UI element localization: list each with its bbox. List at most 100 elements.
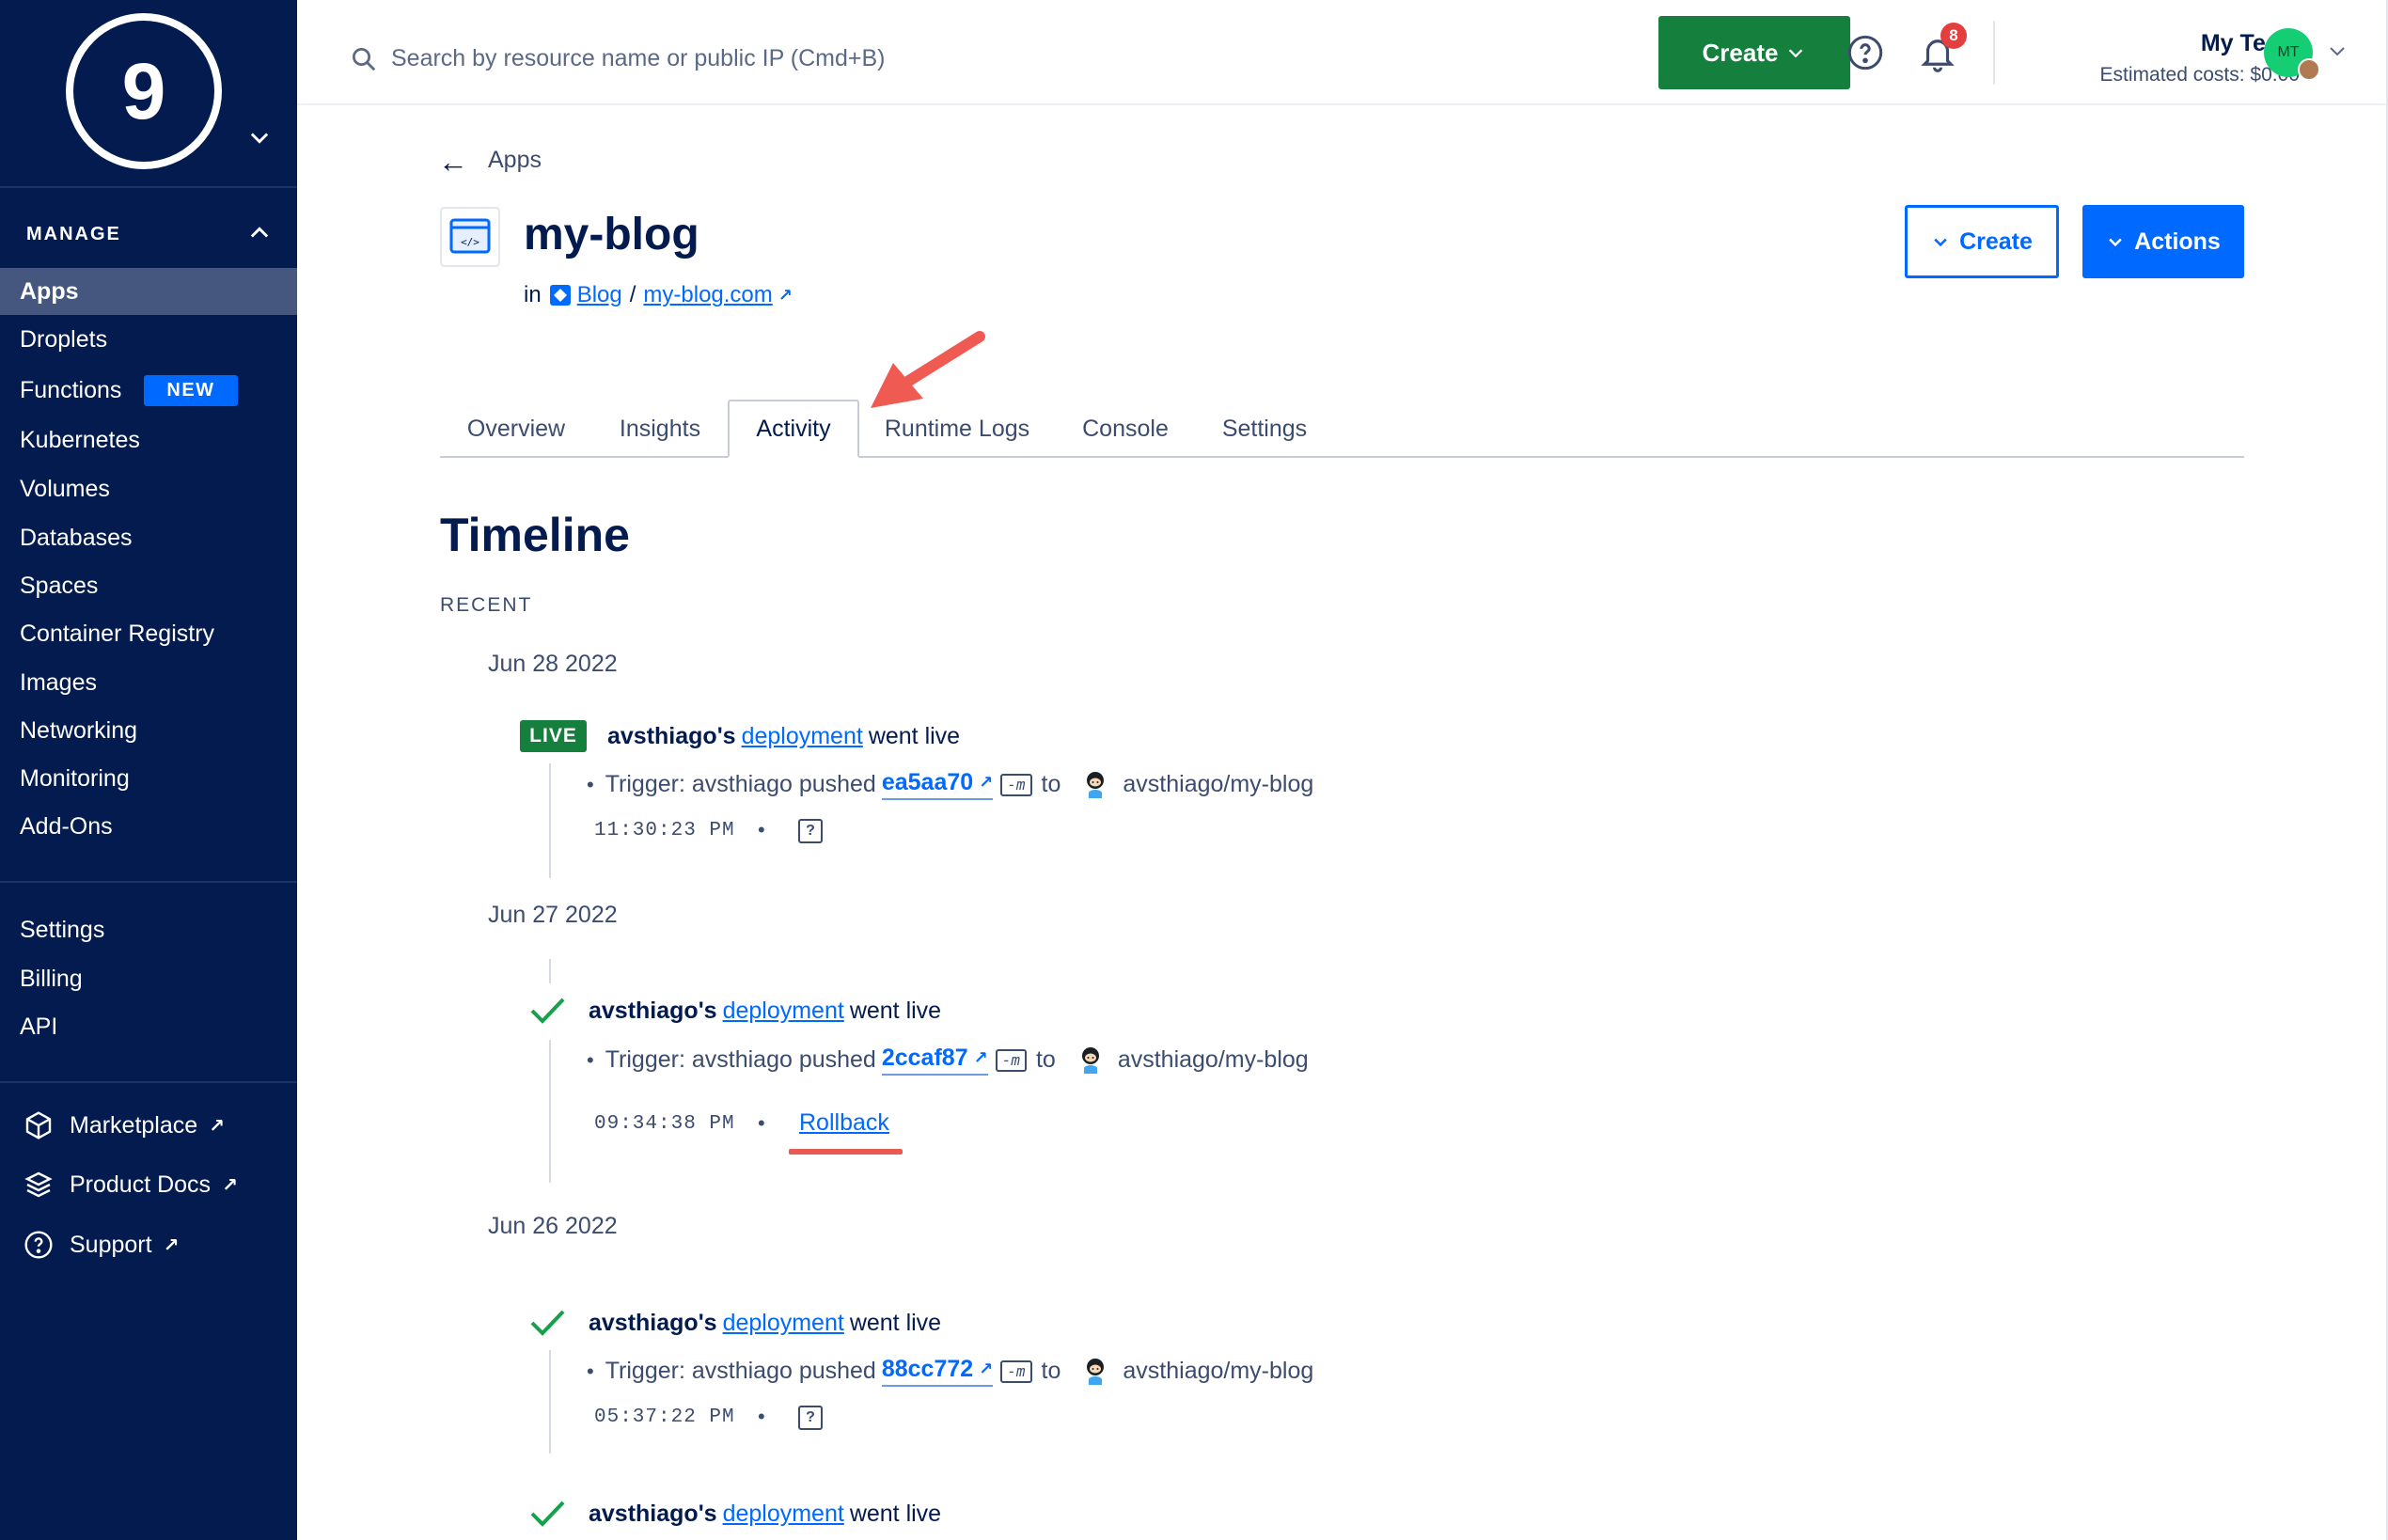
timeline-line [549, 1040, 551, 1183]
domain-link[interactable]: my-blog.com [643, 282, 772, 308]
tab-label: Console [1082, 415, 1169, 442]
tab-console[interactable]: Console [1055, 400, 1196, 458]
search-icon [353, 48, 376, 71]
sidebar-item-apps[interactable]: Apps [0, 268, 297, 315]
deployment-link[interactable]: deployment [723, 1501, 844, 1528]
sidebar-item-spaces[interactable]: Spaces [0, 562, 297, 609]
sidebar-link-product-docs[interactable]: Product Docs ↗ [0, 1161, 297, 1208]
sidebar-item-images[interactable]: Images [0, 659, 297, 706]
actions-label: Actions [2134, 228, 2221, 255]
breadcrumb-apps[interactable]: Apps [488, 147, 542, 174]
create-dropdown-button[interactable]: Create [1658, 16, 1850, 89]
team-name[interactable]: My Team [2018, 30, 2300, 57]
user-avatar-mini [2298, 58, 2320, 81]
sidebar-item-volumes[interactable]: Volumes [0, 465, 297, 512]
sidebar-item-droplets[interactable]: Droplets [0, 316, 297, 363]
cube-icon [23, 1109, 55, 1141]
check-icon [530, 998, 565, 1024]
app-location: in Blog / my-blog.com ↗ [524, 282, 793, 308]
sidebar-item-label: Databases [20, 524, 133, 551]
tab-activity[interactable]: Activity [728, 400, 859, 458]
sidebar-link-marketplace[interactable]: Marketplace ↗ [0, 1102, 297, 1149]
sidebar-item-label: Kubernetes [20, 426, 140, 453]
deployment-link[interactable]: deployment [723, 1310, 844, 1337]
sidebar-section-title: MANAGE [26, 224, 121, 244]
sidebar-link-label: Support [70, 1231, 152, 1258]
commit-link[interactable]: 2ccaf87 ↗ [881, 1045, 988, 1076]
sidebar: 9 MANAGE Apps Droplets Functions NEW Kube… [0, 0, 297, 1540]
actions-button[interactable]: Actions [2082, 205, 2244, 278]
repo-name[interactable]: avsthiago/my-blog [1123, 1358, 1313, 1385]
event-time: 05:37:22 PM [594, 1406, 735, 1428]
sidebar-item-billing[interactable]: Billing [0, 955, 297, 1002]
deployment-link[interactable]: deployment [723, 998, 844, 1025]
repo-name[interactable]: avsthiago/my-blog [1118, 1046, 1309, 1074]
chevron-up-icon[interactable] [246, 220, 273, 246]
sidebar-item-api[interactable]: API [0, 1003, 297, 1050]
sidebar-item-container-registry[interactable]: Container Registry [0, 610, 297, 657]
event-suffix: went live [849, 1501, 942, 1527]
commit-message-toggle[interactable]: -m [995, 1048, 1027, 1072]
tab-insights[interactable]: Insights [592, 400, 728, 458]
sidebar-item-monitoring[interactable]: Monitoring [0, 755, 297, 802]
chevron-down-icon [1934, 238, 1947, 247]
top-header: Create 8 My Team Estimated costs: $0.00 … [297, 0, 2388, 105]
timeline-title: Timeline [440, 509, 630, 561]
sidebar-item-settings[interactable]: Settings [0, 906, 297, 953]
avatar-initials: MT [2277, 44, 2300, 60]
live-badge: LIVE [520, 720, 587, 752]
commit-hash: ea5aa70 [881, 769, 974, 795]
timeline-date: Jun 28 2022 [488, 651, 618, 677]
help-box-text: ? [806, 1409, 815, 1425]
commit-message-toggle[interactable]: -m [1000, 773, 1032, 796]
timeline-event: avsthiago's deployment went live [589, 1310, 941, 1337]
sidebar-item-databases[interactable]: Databases [0, 514, 297, 561]
app-root: 9 MANAGE Apps Droplets Functions NEW Kube… [0, 0, 2388, 1540]
deployment-link[interactable]: deployment [742, 723, 863, 750]
sidebar-item-label: Networking [20, 716, 138, 744]
tab-settings[interactable]: Settings [1196, 400, 1333, 458]
to-label: to [1035, 1046, 1056, 1073]
create-label: Create [1959, 228, 2033, 255]
help-icon[interactable] [1846, 34, 1884, 71]
commit-hash: 2ccaf87 [881, 1045, 968, 1071]
sidebar-item-add-ons[interactable]: Add-Ons [0, 803, 297, 850]
repo-name[interactable]: avsthiago/my-blog [1123, 771, 1313, 798]
estimated-costs: Estimated costs: $0.00 [2099, 64, 2300, 86]
in-label: in [524, 282, 542, 307]
commit-message-toggle[interactable]: -m [1000, 1359, 1032, 1383]
trigger-info: • Trigger: avsthiago pushed 2ccaf87 ↗ -m … [587, 1045, 1309, 1076]
sidebar-item-label: Functions [20, 376, 122, 403]
help-box-icon[interactable]: ? [798, 819, 823, 843]
search-input[interactable] [391, 38, 1049, 79]
event-user: avsthiago's [589, 1501, 717, 1527]
event-user: avsthiago's [589, 998, 717, 1024]
sidebar-item-functions[interactable]: Functions NEW [0, 367, 297, 414]
tab-overview[interactable]: Overview [440, 400, 592, 458]
chevron-down-icon[interactable] [2326, 39, 2349, 62]
tab-label: Settings [1221, 415, 1308, 442]
sidebar-item-label: Spaces [20, 572, 99, 599]
sidebar-link-support[interactable]: Support ↗ [0, 1221, 297, 1268]
commit-link[interactable]: ea5aa70 ↗ [881, 769, 994, 800]
help-box-icon[interactable]: ? [798, 1406, 823, 1430]
timeline-event: avsthiago's deployment went live [607, 723, 960, 750]
commit-link[interactable]: 88cc772 ↗ [881, 1356, 994, 1387]
event-suffix: went live [849, 998, 942, 1024]
team-logo[interactable]: 9 [66, 13, 222, 169]
sidebar-item-networking[interactable]: Networking [0, 707, 297, 754]
layers-icon [23, 1169, 55, 1201]
separator-dot: • [758, 1111, 765, 1135]
sidebar-link-label: Marketplace [70, 1111, 198, 1139]
create-resource-button[interactable]: Create [1905, 205, 2059, 278]
sidebar-divider [0, 1081, 297, 1083]
to-label: to [1041, 771, 1061, 797]
sidebar-item-kubernetes[interactable]: Kubernetes [0, 416, 297, 464]
back-arrow-icon[interactable]: ← [438, 145, 468, 180]
project-link[interactable]: Blog [577, 282, 622, 308]
sidebar-item-label: Billing [20, 965, 83, 992]
external-link-icon: ↗ [973, 1048, 988, 1067]
rollback-annotation-underline [789, 1149, 903, 1155]
rollback-link[interactable]: Rollback [799, 1109, 889, 1137]
chevron-down-icon[interactable] [246, 124, 273, 150]
